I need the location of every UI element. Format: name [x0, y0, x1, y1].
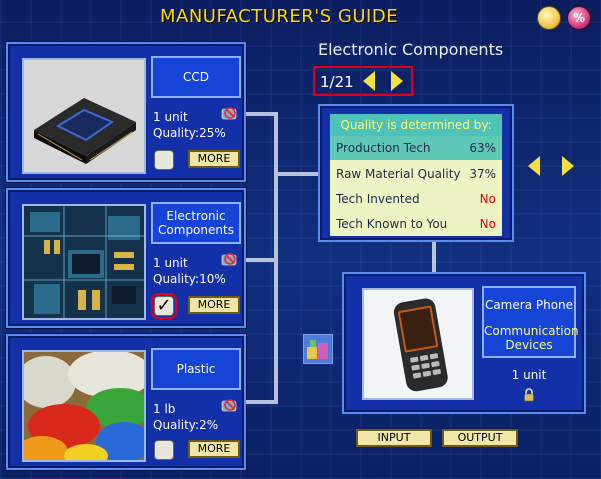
quality-row-label: Raw Material Quality: [336, 167, 461, 181]
connector-line: [246, 400, 276, 404]
pager-count: 1/21: [320, 73, 354, 91]
prev-arrow-icon[interactable]: [363, 71, 375, 91]
material-panel-ccd: CCD 1 unit Quality:25% MORE: [6, 42, 246, 182]
connector-line: [274, 112, 278, 404]
quality-label: Quality:: [153, 272, 200, 286]
material-quality: Quality:2%: [153, 418, 218, 432]
material-quantity: 1 unit: [153, 256, 188, 270]
quality-row: Production Tech 63%: [330, 136, 502, 160]
quality-row: Tech Known to You No: [330, 212, 502, 236]
more-button[interactable]: MORE: [188, 150, 240, 168]
quality-row: Raw Material Quality 37%: [330, 162, 502, 186]
connector-line: [246, 112, 276, 116]
pager: 1/21: [313, 66, 413, 96]
quality-row-label: Tech Invented: [336, 192, 420, 206]
product-name-box: Camera Phone Communication Devices: [482, 286, 579, 358]
quality-row-value: No: [479, 192, 496, 206]
material-name: Plastic: [151, 348, 241, 390]
material-quantity: 1 unit: [153, 110, 188, 124]
quality-row-value: 37%: [469, 167, 496, 181]
material-checkbox[interactable]: [154, 150, 174, 170]
product-panel: Camera Phone Communication Devices 1 uni…: [342, 272, 586, 414]
material-quality: Quality:25%: [153, 126, 226, 140]
material-quality: Quality:10%: [153, 272, 226, 286]
quality-row: Tech Invented No: [330, 187, 502, 211]
material-quantity: 1 lb: [153, 402, 176, 416]
electronic-components-image: [22, 204, 146, 320]
quality-label: Quality:: [153, 418, 200, 432]
percent-icon-label: %: [572, 11, 586, 25]
product-name: Camera Phone: [484, 298, 574, 312]
plastic-image: [22, 350, 146, 462]
ccd-image: [22, 58, 146, 174]
lightbulb-icon[interactable]: [537, 6, 561, 30]
next-arrow-icon[interactable]: [391, 71, 403, 91]
material-checkbox-checked[interactable]: ✓: [151, 293, 177, 319]
quality-value: 10%: [199, 272, 226, 286]
product-category: Communication Devices: [484, 324, 579, 352]
factory-icon[interactable]: [303, 334, 333, 364]
material-panel-plastic: Plastic 1 lb Quality:2% MORE: [6, 334, 246, 470]
no-camera-icon: [221, 399, 237, 412]
quality-value: 2%: [199, 418, 219, 432]
connector-line: [276, 172, 320, 176]
quality-factors-table: Quality is determined by: Production Tec…: [330, 114, 502, 236]
quality-row-label: Tech Known to You: [336, 217, 448, 231]
next-page-arrow-icon[interactable]: [562, 156, 574, 176]
quality-value: 25%: [199, 126, 226, 140]
quality-label: Quality:: [153, 126, 200, 140]
prev-page-arrow-icon[interactable]: [528, 156, 540, 176]
material-panel-electronic-components: Electronic Components 1 unit Quality:10%…: [6, 188, 246, 328]
quality-factors-panel: Quality is determined by: Production Tec…: [318, 104, 514, 242]
product-quantity: 1 unit: [511, 368, 547, 382]
output-button[interactable]: OUTPUT: [442, 429, 518, 447]
quality-row-label: Production Tech: [336, 141, 431, 155]
material-name: CCD: [151, 56, 241, 98]
percent-icon[interactable]: %: [567, 6, 591, 30]
more-button[interactable]: MORE: [188, 296, 240, 314]
quality-row-value: 63%: [469, 141, 496, 155]
no-camera-icon: [221, 253, 237, 266]
camera-phone-image: [362, 288, 474, 400]
more-button[interactable]: MORE: [188, 440, 240, 458]
connector-line: [246, 258, 276, 262]
page-title: MANUFACTURER'S GUIDE: [160, 6, 399, 27]
detail-heading: Electronic Components: [318, 40, 504, 59]
quality-factors-header: Quality is determined by:: [330, 114, 502, 136]
input-button[interactable]: INPUT: [356, 429, 432, 447]
connector-line: [432, 242, 436, 274]
lock-icon: [524, 388, 534, 402]
quality-row-value: No: [479, 217, 496, 231]
material-name: Electronic Components: [151, 202, 241, 244]
no-camera-icon: [221, 107, 237, 120]
material-checkbox[interactable]: [154, 440, 174, 460]
